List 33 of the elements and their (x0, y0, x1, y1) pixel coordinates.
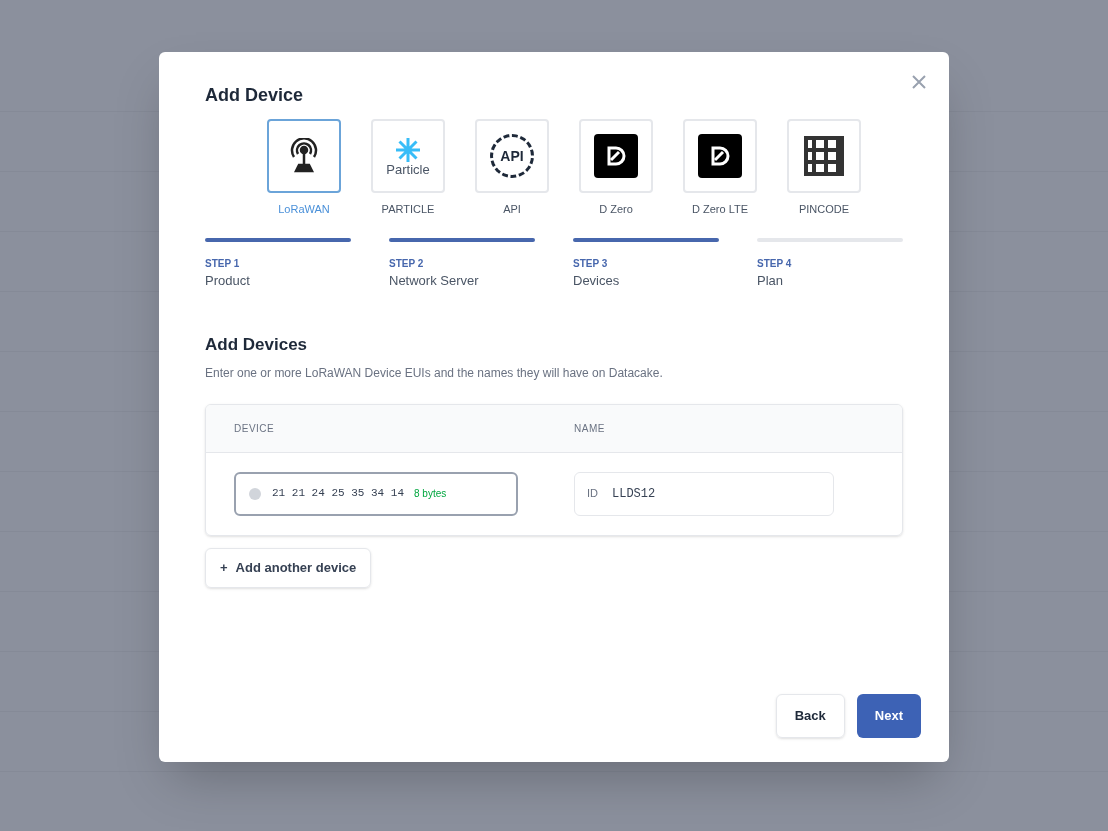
plus-icon: + (220, 557, 228, 578)
dialog-title: Add Device (205, 84, 305, 107)
step-number: STEP 4 (757, 256, 793, 271)
step-name: Product (205, 271, 251, 290)
slashed-d-icon (605, 145, 627, 167)
step-number: STEP 2 (389, 256, 425, 271)
device-eui-field[interactable]: 21 21 24 25 35 34 14 8 bytes (234, 471, 518, 516)
step-name: Plan (757, 271, 785, 290)
star-icon (395, 136, 421, 163)
section-description: Enter one or more LoRaWAN Device EUIs and the names they will have on Datacake. (205, 364, 664, 382)
section-title: Add Devices (205, 334, 309, 356)
step-number: STEP 3 (573, 256, 609, 271)
device-eui: 21 21 24 25 35 34 14 (272, 486, 405, 502)
add-device-button[interactable]: + Add another device (205, 547, 372, 588)
column-header: DEVICE (234, 421, 276, 436)
close-icon (911, 74, 927, 90)
logo-text: Particle (386, 162, 430, 176)
antenna-icon (289, 138, 319, 174)
device-name: LLDS12 (612, 485, 656, 503)
next-button[interactable]: Next (856, 694, 921, 738)
id-prefix: ID (587, 486, 598, 502)
step-name: Devices (573, 271, 621, 290)
device-name-field[interactable]: ID LLDS12 (574, 471, 834, 516)
add-device-label: Add another device (235, 558, 357, 577)
column-header: NAME (574, 421, 606, 436)
step-name: Network Server (389, 271, 480, 290)
byte-count: 8 bytes (414, 487, 447, 501)
close-button[interactable] (911, 74, 927, 90)
gear-logo: API (490, 134, 534, 178)
qr-code-icon (804, 136, 844, 176)
back-button[interactable]: Back (775, 694, 845, 738)
slashed-d-icon (709, 145, 731, 167)
step-number: STEP 1 (205, 256, 241, 271)
